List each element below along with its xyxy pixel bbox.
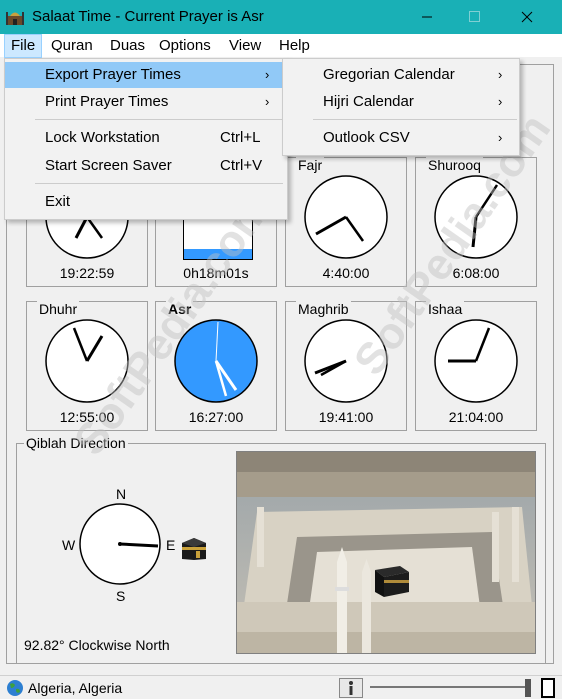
info-button[interactable] [339, 678, 363, 698]
menu-item-gregorian-calendar[interactable]: Gregorian Calendar › [283, 62, 519, 88]
kaaba-icon [182, 538, 206, 560]
menu-item-exit[interactable]: Exit [5, 189, 287, 215]
asr-label: Asr [166, 301, 194, 317]
compass-west: W [62, 537, 76, 553]
export-submenu: Gregorian Calendar › Hijri Calendar › Ou… [282, 58, 520, 156]
shurooq-clock [434, 175, 518, 259]
close-button[interactable] [504, 0, 550, 34]
maghrib-label: Maghrib [296, 301, 351, 317]
fajr-time: 4:40:00 [322, 265, 370, 281]
compass-east: E [166, 537, 176, 553]
qiblah-label: Qiblah Direction [24, 435, 128, 451]
ishaa-panel: Ishaa 21:04:00 [415, 301, 537, 431]
maximize-button[interactable] [451, 0, 497, 34]
chevron-right-icon: › [498, 130, 503, 145]
dhuhr-time: 12:55:00 [59, 409, 115, 425]
asr-panel: Asr 16:27:00 [155, 301, 277, 431]
qiblah-degrees: 92.82° Clockwise North [24, 637, 170, 653]
file-menu: Export Prayer Times › Print Prayer Times… [4, 58, 288, 220]
shurooq-time: 6:08:00 [452, 265, 500, 281]
menu-options[interactable]: Options [153, 34, 217, 58]
menu-item-outlook-csv[interactable]: Outlook CSV › [283, 125, 519, 151]
ishaa-clock [434, 319, 518, 403]
fajr-panel: Fajr 4:40:00 [285, 157, 407, 287]
mosque-icon[interactable] [6, 8, 24, 26]
menu-item-print-prayer-times[interactable]: Print Prayer Times › [5, 89, 287, 115]
menu-item-hijri-calendar[interactable]: Hijri Calendar › [283, 89, 519, 115]
chevron-right-icon: › [265, 67, 270, 82]
globe-icon [7, 680, 23, 696]
maghrib-clock [304, 319, 388, 403]
maghrib-panel: Maghrib 19:41:00 [285, 301, 407, 431]
menu-separator [313, 119, 517, 120]
menu-separator [35, 183, 283, 184]
chevron-right-icon: › [498, 67, 503, 82]
menu-item-export-prayer-times[interactable]: Export Prayer Times › [5, 62, 287, 88]
shurooq-panel: Shurooq 6:08:00 [415, 157, 537, 287]
compass-north: N [116, 486, 127, 502]
menu-quran[interactable]: Quran [45, 34, 99, 58]
volume-slider-thumb[interactable] [525, 679, 531, 697]
info-icon [349, 681, 353, 695]
ishaa-label: Ishaa [426, 301, 465, 317]
fajr-label: Fajr [296, 157, 325, 173]
menu-bar: File Quran Duas Options View Help [0, 34, 562, 58]
menu-item-lock-workstation[interactable]: Lock Workstation Ctrl+L [5, 125, 287, 151]
dhuhr-panel: Dhuhr 12:55:00 [26, 301, 148, 431]
chevron-right-icon: › [265, 94, 270, 109]
ishaa-time: 21:04:00 [448, 409, 504, 425]
asr-time: 16:27:00 [188, 409, 244, 425]
menu-file[interactable]: File [4, 34, 43, 58]
masjid-al-haram-photo [236, 451, 536, 654]
location-text: Algeria, Algeria [28, 680, 123, 696]
close-icon [521, 11, 533, 23]
maximize-icon [469, 11, 480, 22]
remaining-progress-fill [184, 248, 252, 259]
dhuhr-label: Dhuhr [37, 301, 80, 317]
status-toggle[interactable] [541, 678, 555, 698]
compass-south: S [116, 588, 126, 604]
status-bar: Algeria, Algeria [0, 675, 562, 699]
menu-help[interactable]: Help [273, 34, 316, 58]
menu-separator [35, 119, 283, 120]
asr-clock [174, 319, 258, 403]
title-bar: Salaat Time - Current Prayer is Asr [0, 0, 562, 34]
volume-slider-track[interactable] [370, 686, 530, 688]
remaining-time-value: 0h18m01s [183, 265, 249, 281]
fajr-clock [304, 175, 388, 259]
window-title: Salaat Time - Current Prayer is Asr [32, 8, 264, 25]
qiblah-compass [79, 503, 161, 585]
menu-duas[interactable]: Duas [104, 34, 151, 58]
dhuhr-clock [45, 319, 129, 403]
menu-view[interactable]: View [223, 34, 267, 58]
menu-item-start-screen-saver[interactable]: Start Screen Saver Ctrl+V [5, 153, 287, 179]
minimize-button[interactable] [404, 0, 450, 34]
minimize-icon [422, 16, 432, 18]
current-time-value: 19:22:59 [59, 265, 115, 281]
chevron-right-icon: › [498, 94, 503, 109]
maghrib-time: 19:41:00 [318, 409, 374, 425]
shurooq-label: Shurooq [426, 157, 483, 173]
